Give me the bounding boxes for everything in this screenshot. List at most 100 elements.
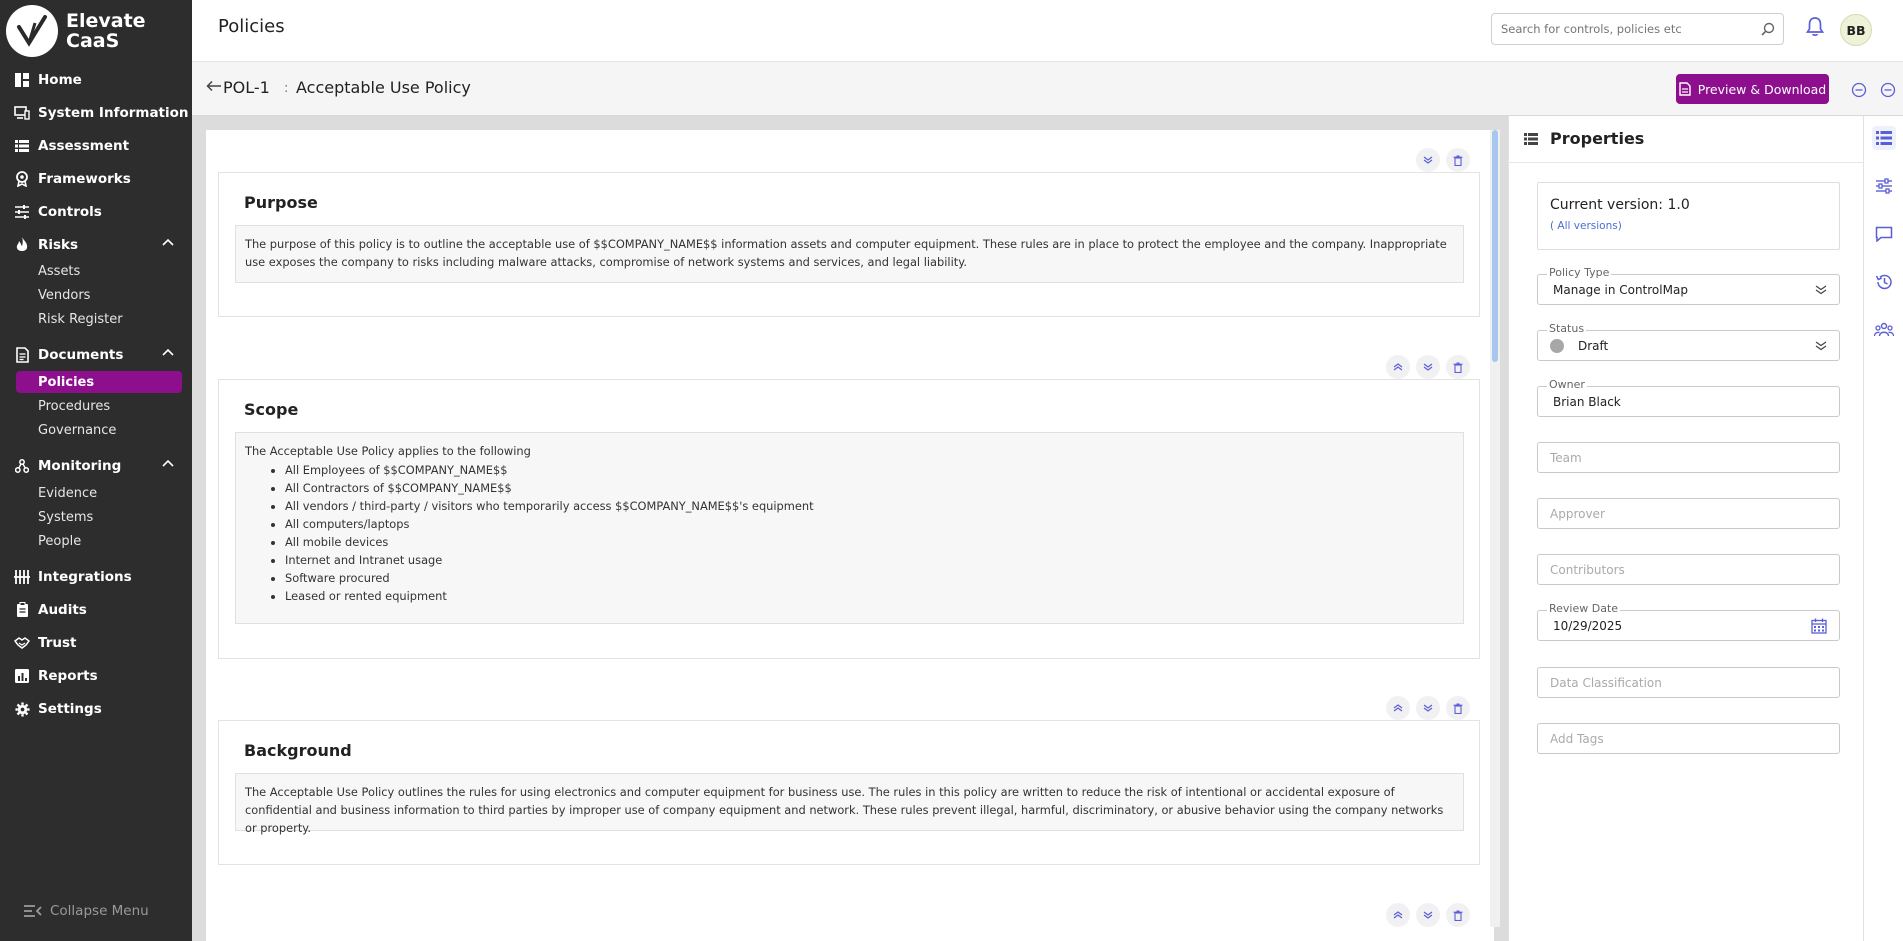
notification-bell-icon[interactable]	[1806, 17, 1824, 37]
page-title: Policies	[218, 16, 285, 37]
sidebar-item-documents[interactable]: Documents	[0, 342, 192, 368]
document-scrollbar-thumb[interactable]	[1492, 130, 1498, 362]
sidebar-item-reports[interactable]: Reports	[0, 663, 192, 689]
contributors-field[interactable]: Contributors	[1537, 554, 1840, 585]
move-up-button[interactable]	[1386, 903, 1410, 927]
move-up-button[interactable]	[1386, 696, 1410, 720]
delete-section-button[interactable]	[1446, 148, 1470, 172]
move-down-button[interactable]	[1416, 696, 1440, 720]
move-down-button[interactable]	[1416, 355, 1440, 379]
sidebar-item-frameworks[interactable]: Frameworks	[0, 166, 192, 192]
trash-icon	[1453, 362, 1463, 373]
sidebar-item-integrations[interactable]: Integrations	[0, 564, 192, 590]
section-body[interactable]: The Acceptable Use Policy outlines the r…	[235, 773, 1464, 835]
policy-section-background[interactable]: Background The Acceptable Use Policy out…	[218, 720, 1480, 865]
chevron-up-icon[interactable]	[162, 459, 174, 467]
sidebar-subitem-assets[interactable]: Assets	[38, 260, 80, 282]
policy-section-purpose[interactable]: Purpose The purpose of this policy is to…	[218, 172, 1480, 317]
field-placeholder: Team	[1550, 451, 1582, 465]
section-body[interactable]: The purpose of this policy is to outline…	[235, 225, 1464, 283]
sidebar-subitem-policies[interactable]: Policies	[16, 371, 182, 393]
chevron-up-icon[interactable]	[162, 238, 174, 246]
sidebar-item-controls[interactable]: Controls	[0, 199, 192, 225]
sidebar: Elevate CaaS Home System Information Ass…	[0, 0, 192, 941]
sidebar-item-trust[interactable]: Trust	[0, 630, 192, 656]
dashboard-icon	[14, 72, 30, 88]
flame-icon	[14, 237, 30, 253]
remove-icon[interactable]	[1880, 82, 1896, 98]
chevron-up-icon[interactable]	[162, 348, 174, 356]
sidebar-subitem-evidence[interactable]: Evidence	[38, 482, 97, 504]
sidebar-subitem-people[interactable]: People	[38, 530, 81, 552]
comment-icon	[1875, 226, 1893, 242]
all-versions-link[interactable]: ( All versions)	[1550, 220, 1622, 232]
settings-tab-button[interactable]	[1872, 174, 1896, 198]
delete-section-button[interactable]	[1446, 355, 1470, 379]
owner-field[interactable]: Owner Brian Black	[1537, 378, 1840, 417]
properties-tab-button[interactable]	[1872, 126, 1896, 150]
sidebar-item-assessment[interactable]: Assessment	[0, 133, 192, 159]
policy-section-scope[interactable]: Scope The Acceptable Use Policy applies …	[218, 379, 1480, 659]
field-value: Draft	[1578, 339, 1609, 353]
field-label: Policy Type	[1547, 266, 1612, 279]
brand-logo[interactable]: Elevate CaaS	[0, 0, 192, 62]
monitor-icon	[14, 105, 30, 121]
search-icon[interactable]	[1761, 22, 1775, 36]
move-up-button[interactable]	[1386, 355, 1410, 379]
sidebar-item-monitoring[interactable]: Monitoring	[0, 453, 192, 479]
collapse-menu-icon	[24, 905, 42, 917]
field-label: Owner	[1547, 378, 1587, 391]
review-date-field[interactable]: Review Date 10/29/2025	[1537, 602, 1840, 641]
sidebar-item-settings[interactable]: Settings	[0, 696, 192, 722]
sidebar-item-label: System Information	[38, 105, 189, 121]
status-select[interactable]: Status Draft	[1537, 322, 1840, 361]
delete-section-button[interactable]	[1446, 696, 1470, 720]
field-value: Manage in ControlMap	[1553, 283, 1688, 297]
sidebar-item-label: Risks	[38, 237, 79, 253]
sidebar-item-label: Frameworks	[38, 171, 131, 187]
chevron-down-icon	[1423, 704, 1433, 712]
chevron-down-icon	[1815, 285, 1827, 295]
sidebar-item-risks[interactable]: Risks	[0, 232, 192, 258]
section-title: Background	[244, 741, 352, 760]
team-field[interactable]: Team	[1537, 442, 1840, 473]
version-box: Current version: 1.0 ( All versions)	[1537, 182, 1840, 250]
section-controls	[1416, 148, 1470, 172]
move-down-button[interactable]	[1416, 903, 1440, 927]
policy-type-select[interactable]: Policy Type Manage in ControlMap	[1537, 266, 1840, 305]
back-button[interactable]	[206, 80, 222, 92]
search-input[interactable]	[1492, 14, 1742, 44]
document-icon	[1679, 82, 1691, 96]
clipboard-icon	[14, 602, 30, 618]
chevron-down-icon	[1423, 156, 1433, 164]
field-placeholder: Add Tags	[1550, 732, 1604, 746]
section-body[interactable]: The Acceptable Use Policy applies to the…	[235, 432, 1464, 624]
move-down-button[interactable]	[1416, 148, 1440, 172]
sidebar-subitem-governance[interactable]: Governance	[38, 419, 116, 441]
sidebar-subitem-risk-register[interactable]: Risk Register	[38, 308, 123, 330]
collapse-menu-button[interactable]: Collapse Menu	[24, 903, 149, 919]
user-avatar[interactable]: BB	[1840, 14, 1872, 46]
arrow-left-icon	[206, 80, 221, 92]
list-item: Leased or rented equipment	[285, 587, 1454, 605]
preview-download-button[interactable]: Preview & Download	[1676, 74, 1829, 104]
search-box[interactable]	[1491, 13, 1784, 45]
sidebar-subitem-systems[interactable]: Systems	[38, 506, 93, 528]
comments-tab-button[interactable]	[1872, 222, 1896, 246]
approver-field[interactable]: Approver	[1537, 498, 1840, 529]
people-tab-button[interactable]	[1872, 318, 1896, 342]
policy-header: POL-1 : Acceptable Use Policy Preview & …	[192, 62, 1903, 116]
sidebar-item-home[interactable]: Home	[0, 67, 192, 93]
sidebar-subitem-vendors[interactable]: Vendors	[38, 284, 90, 306]
calendar-icon[interactable]	[1811, 618, 1827, 634]
sidebar-item-audits[interactable]: Audits	[0, 597, 192, 623]
history-tab-button[interactable]	[1872, 270, 1896, 294]
collapse-all-icon[interactable]	[1851, 82, 1867, 98]
field-placeholder: Approver	[1550, 507, 1605, 521]
preview-download-label: Preview & Download	[1697, 81, 1827, 97]
delete-section-button[interactable]	[1446, 903, 1470, 927]
tags-field[interactable]: Add Tags	[1537, 723, 1840, 754]
sidebar-subitem-procedures[interactable]: Procedures	[38, 395, 110, 417]
sidebar-item-system-information[interactable]: System Information	[0, 100, 192, 126]
data-classification-field[interactable]: Data Classification	[1537, 667, 1840, 698]
